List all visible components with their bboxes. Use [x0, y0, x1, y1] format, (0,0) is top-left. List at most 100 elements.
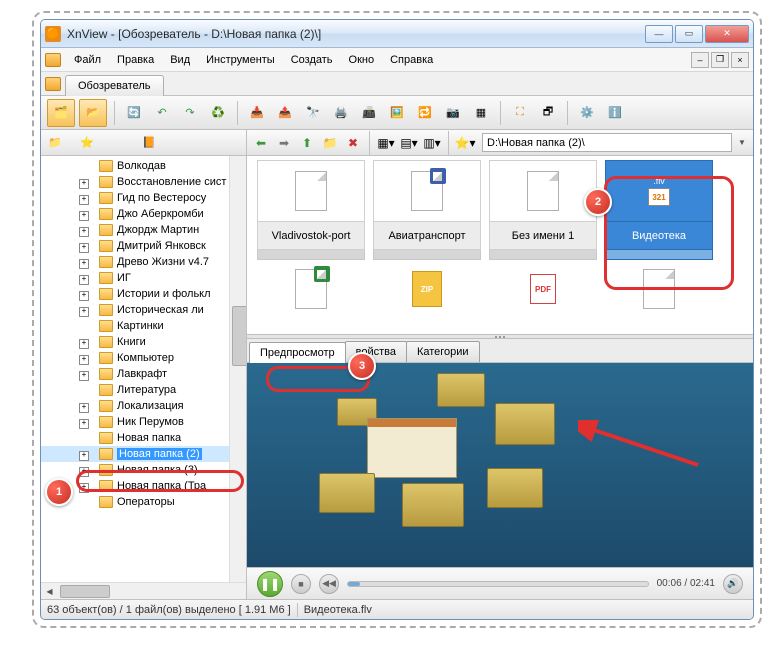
tab-categories[interactable]: Категории: [406, 341, 480, 362]
tree-item[interactable]: Джордж Мартин: [41, 222, 229, 238]
open-button[interactable]: 📂: [79, 99, 107, 127]
minimize-button[interactable]: —: [645, 25, 673, 43]
recycle-button[interactable]: ♻️: [206, 101, 230, 125]
view-sort-button[interactable]: ▤▾: [399, 133, 419, 153]
menu-window[interactable]: Окно: [342, 51, 382, 69]
tree-item[interactable]: Джо Аберкромби: [41, 206, 229, 222]
thumbnail[interactable]: ZIP: [373, 266, 481, 312]
scan-button[interactable]: 📠: [357, 101, 381, 125]
seek-bar[interactable]: [347, 581, 649, 587]
search-button[interactable]: 🔭: [301, 101, 325, 125]
tree-item[interactable]: Лавкрафт: [41, 366, 229, 382]
menu-file[interactable]: Файл: [67, 51, 108, 69]
mdi-minimize-button[interactable]: –: [691, 52, 709, 68]
folder-tree[interactable]: ВолкодавВосстановление сист Гид по Вестер…: [41, 156, 229, 582]
thumbnail[interactable]: WАвиатранспорт: [373, 160, 481, 260]
acquire-button[interactable]: 📥: [245, 101, 269, 125]
nav-fav-button[interactable]: 📁: [320, 133, 340, 153]
address-bar[interactable]: D:\Новая папка (2)\: [482, 133, 732, 152]
nav-up-button[interactable]: ⬆: [297, 133, 317, 153]
thumbnail[interactable]: Vladivostok-port: [257, 160, 365, 260]
tree-v-scrollbar[interactable]: [229, 156, 246, 582]
info-button[interactable]: ℹ️: [603, 101, 627, 125]
nav-stop-button[interactable]: ✖: [343, 133, 363, 153]
browse-button[interactable]: 🗂️: [47, 99, 75, 127]
tree-item[interactable]: Гид по Вестеросу: [41, 190, 229, 206]
tree-item-label: Гид по Вестеросу: [117, 192, 206, 204]
tree-item[interactable]: Локализация: [41, 398, 229, 414]
menu-help[interactable]: Справка: [383, 51, 440, 69]
tree-item[interactable]: Новая папка (3): [41, 462, 229, 478]
tree-item[interactable]: Новая папка (2): [41, 446, 229, 462]
tree-item[interactable]: Компьютер: [41, 350, 229, 366]
slideshow-button[interactable]: 🖼️: [385, 101, 409, 125]
mdi-close-button[interactable]: ×: [731, 52, 749, 68]
tree-h-scrollbar[interactable]: ◀: [41, 582, 246, 599]
menu-create[interactable]: Создать: [284, 51, 340, 69]
menu-view[interactable]: Вид: [163, 51, 197, 69]
tree-item-label: Лавкрафт: [117, 368, 167, 380]
folder-icon: [99, 352, 113, 364]
favorite-star-button[interactable]: ⭐▾: [455, 133, 475, 153]
tree-item-label: Новая папка (3): [117, 464, 198, 476]
menu-edit[interactable]: Правка: [110, 51, 161, 69]
tab-folder-icon: [45, 77, 61, 91]
tree-item[interactable]: Истории и фолькл: [41, 286, 229, 302]
nav-back-button[interactable]: ⬅: [251, 133, 271, 153]
tree-item-label: ИГ: [117, 272, 131, 284]
tab-browser[interactable]: Обозреватель: [65, 75, 164, 96]
refresh-button[interactable]: 🔄: [122, 101, 146, 125]
excel-icon: X: [295, 269, 327, 309]
tree-item[interactable]: ИГ: [41, 270, 229, 286]
app-menu-icon[interactable]: [45, 53, 61, 67]
prev-button[interactable]: ◀◀: [319, 574, 339, 594]
tree-item[interactable]: Восстановление сист: [41, 174, 229, 190]
favorites-icon[interactable]: ⭐: [77, 133, 97, 153]
thumbnail[interactable]: PDF: [489, 266, 597, 312]
folder-icon: [99, 400, 113, 412]
play-pause-button[interactable]: ❚❚: [257, 571, 283, 597]
rotate-left-button[interactable]: ↶: [150, 101, 174, 125]
maximize-button[interactable]: ▭: [675, 25, 703, 43]
volume-button[interactable]: 🔊: [723, 574, 743, 594]
view-filter-button[interactable]: ▥▾: [422, 133, 442, 153]
nav-forward-button[interactable]: ➡: [274, 133, 294, 153]
thumbnails-area[interactable]: Vladivostok-portWАвиатранспортБез имени …: [247, 156, 753, 334]
tree-item[interactable]: Новая папка: [41, 430, 229, 446]
titlebar[interactable]: 🟠 XnView - [Обозреватель - D:\Новая папк…: [41, 20, 753, 48]
view-thumbs-button[interactable]: ▦▾: [376, 133, 396, 153]
tree-item[interactable]: Дмитрий Янковск: [41, 238, 229, 254]
stop-button[interactable]: ■: [291, 574, 311, 594]
thumbnail[interactable]: [605, 266, 713, 312]
settings-button[interactable]: ⚙️: [575, 101, 599, 125]
tree-item[interactable]: Ник Перумов: [41, 414, 229, 430]
compare-button[interactable]: 🗗: [536, 101, 560, 125]
folders-toggle-icon[interactable]: 📁: [45, 133, 65, 153]
folder-icon: [99, 192, 113, 204]
print-button[interactable]: 🖨️: [329, 101, 353, 125]
export-button[interactable]: 📤: [273, 101, 297, 125]
statusbar: 63 объект(ов) / 1 файл(ов) выделено [ 1.…: [41, 599, 753, 619]
document-tabbar: Обозреватель: [41, 72, 753, 96]
categories-icon[interactable]: 📙: [139, 133, 159, 153]
camera-button[interactable]: 📷: [441, 101, 465, 125]
tree-item[interactable]: Книги: [41, 334, 229, 350]
tree-item[interactable]: Историческая ли: [41, 302, 229, 318]
thumbnail[interactable]: Без имени 1: [489, 160, 597, 260]
tab-preview[interactable]: Предпросмотр: [249, 342, 346, 363]
close-button[interactable]: ✕: [705, 25, 749, 43]
fullscreen-button[interactable]: ⛶: [508, 101, 532, 125]
tree-item[interactable]: Древо Жизни v4.7: [41, 254, 229, 270]
video-preview[interactable]: [247, 363, 753, 567]
tree-item[interactable]: Литература: [41, 382, 229, 398]
mdi-restore-button[interactable]: ❐: [711, 52, 729, 68]
thumbnail[interactable]: X: [257, 266, 365, 312]
convert-button[interactable]: 🔁: [413, 101, 437, 125]
rotate-right-button[interactable]: ↷: [178, 101, 202, 125]
grid-button[interactable]: ▦: [469, 101, 493, 125]
address-dropdown[interactable]: ▼: [735, 138, 749, 147]
thumbnail[interactable]: .flv321Видеотека: [605, 160, 713, 260]
tree-item[interactable]: Картинки: [41, 318, 229, 334]
tree-item[interactable]: Волкодав: [41, 158, 229, 174]
menu-tools[interactable]: Инструменты: [199, 51, 282, 69]
